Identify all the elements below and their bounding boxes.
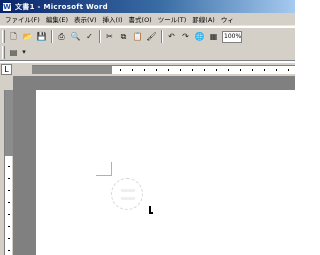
ruler-tick xyxy=(252,69,253,71)
new-document-icon[interactable]: 🗋 xyxy=(7,30,20,43)
ruler-tick xyxy=(8,226,10,227)
toolbar-grip[interactable] xyxy=(2,30,5,43)
text-boundary-corner xyxy=(96,162,112,176)
paste-icon[interactable]: 📋 xyxy=(131,30,144,43)
cut-icon[interactable]: ✂ xyxy=(103,30,116,43)
ruler-tick xyxy=(180,69,181,71)
ruler-tick xyxy=(8,238,10,239)
vertical-ruler-row xyxy=(0,76,13,255)
menu-edit[interactable]: 編集(E) xyxy=(43,14,71,24)
undo-icon[interactable]: ↶ xyxy=(165,30,178,43)
ruler-tick xyxy=(264,69,265,71)
ruler-tick xyxy=(8,250,10,251)
open-folder-icon[interactable]: 📂 xyxy=(21,30,34,43)
zoom-field[interactable]: 100% xyxy=(222,30,242,43)
menu-window[interactable]: ウィ xyxy=(218,14,237,24)
redo-icon[interactable]: ↷ xyxy=(179,30,192,43)
menu-table[interactable]: 罫線(A) xyxy=(189,14,218,24)
save-icon[interactable]: 💾 xyxy=(35,30,48,43)
ruler-tick xyxy=(192,69,193,71)
busy-indicator-icon xyxy=(111,178,143,210)
word-app-icon[interactable]: W xyxy=(2,1,12,12)
toolbar-separator xyxy=(51,30,53,43)
hyperlink-icon[interactable]: 🌐 xyxy=(193,30,206,43)
document-workspace xyxy=(13,76,295,255)
ruler-tick xyxy=(240,69,241,71)
ruler-tick xyxy=(8,202,10,203)
window-title: 文書1 - Microsoft Word xyxy=(15,2,108,11)
formatting-toolbar: ▤ ▾ xyxy=(0,45,295,61)
menu-bar: ファイル(F) 編集(E) 表示(V) 挿入(I) 書式(O) ツール(T) 罫… xyxy=(0,13,295,26)
mouse-cursor-icon xyxy=(149,206,153,214)
ruler-tick xyxy=(156,69,157,71)
spelling-icon[interactable]: ✓ xyxy=(83,30,96,43)
ruler-tick xyxy=(8,214,10,215)
ruler-tick xyxy=(8,166,10,167)
toolbar-separator xyxy=(161,30,163,43)
document-page[interactable] xyxy=(36,90,295,255)
ruler-top-margin xyxy=(5,90,13,156)
dropdown-icon[interactable]: ▾ xyxy=(21,46,27,59)
print-icon[interactable]: ⎙ xyxy=(55,30,68,43)
ruler-tick xyxy=(204,69,205,71)
ruler-tick xyxy=(228,69,229,71)
toolbar-separator xyxy=(99,30,101,43)
ruler-left-margin xyxy=(32,66,112,74)
menu-tools[interactable]: ツール(T) xyxy=(155,14,190,24)
tab-selector-icon[interactable]: L xyxy=(1,64,12,75)
vertical-ruler[interactable] xyxy=(4,90,13,255)
ruler-tick xyxy=(132,69,133,71)
ruler-tick xyxy=(8,178,10,179)
ruler-tick xyxy=(120,69,121,71)
copy-icon[interactable]: ⧉ xyxy=(117,30,130,43)
horizontal-ruler[interactable] xyxy=(32,65,295,74)
standard-toolbar: 🗋 📂 💾 ⎙ 🔍 ✓ ✂ ⧉ 📋 🖌 ↶ ↷ 🌐 ▦ 100% xyxy=(0,27,295,45)
ruler-tick xyxy=(276,69,277,71)
menu-view[interactable]: 表示(V) xyxy=(71,14,100,24)
style-icon[interactable]: ▤ xyxy=(7,46,20,59)
menu-file[interactable]: ファイル(F) xyxy=(2,14,43,24)
toolbar-grip[interactable] xyxy=(2,46,5,59)
ruler-tick xyxy=(144,69,145,71)
menu-format[interactable]: 書式(O) xyxy=(126,14,155,24)
ruler-tick xyxy=(216,69,217,71)
print-preview-icon[interactable]: 🔍 xyxy=(69,30,82,43)
title-bar[interactable]: W 文書1 - Microsoft Word xyxy=(0,0,295,13)
table-icon[interactable]: ▦ xyxy=(207,30,220,43)
ruler-tick xyxy=(8,190,10,191)
ruler-tick xyxy=(288,69,289,71)
horizontal-ruler-row: L xyxy=(0,63,295,76)
ruler-tick xyxy=(168,69,169,71)
menu-insert[interactable]: 挿入(I) xyxy=(100,14,126,24)
format-painter-icon[interactable]: 🖌 xyxy=(145,30,158,43)
